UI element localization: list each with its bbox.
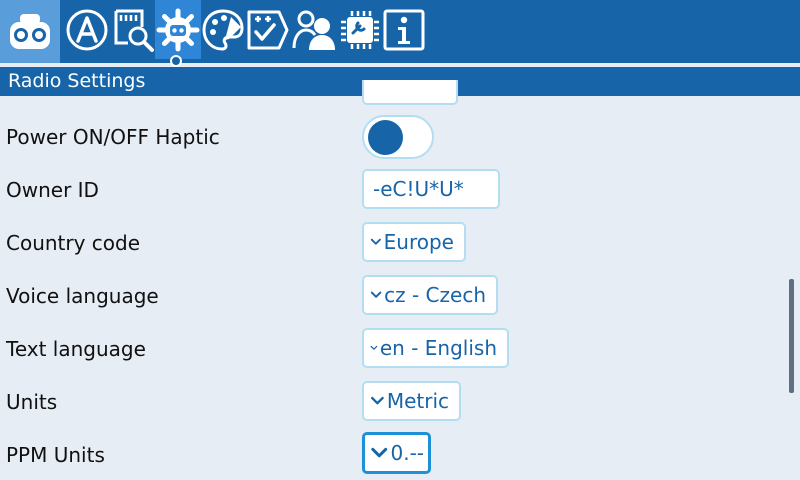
info-icon [383,9,425,51]
active-tab-indicator [170,55,182,67]
text-language-dropdown[interactable]: en - English [362,328,509,368]
users-icon [292,10,335,50]
radio-settings-gear-icon [156,8,200,51]
scrollbar[interactable] [789,279,794,393]
sd-card-search-icon [114,9,154,52]
power-haptic-toggle[interactable] [362,115,434,159]
toggle-knob [368,120,403,155]
tab-checklist[interactable] [245,4,291,56]
country-code-value: Europe [383,230,454,254]
model-select-icon [66,9,108,51]
tab-theme[interactable] [200,4,246,56]
chevron-down-icon [370,238,381,245]
text-language-label: Text language [6,337,146,361]
chevron-down-icon [371,396,384,405]
tab-radio-home[interactable] [0,0,60,63]
voice-language-label: Voice language [6,284,159,308]
chevron-down-icon [371,447,388,458]
theme-palette-icon [202,9,244,51]
country-code-dropdown[interactable]: Europe [362,222,466,262]
voice-language-value: cz - Czech [384,283,486,307]
chevron-down-icon [370,291,382,298]
previous-setting-field[interactable] [362,80,458,105]
owner-id-label: Owner ID [6,178,99,202]
tab-radio-settings[interactable] [155,0,201,59]
units-dropdown[interactable]: Metric [362,381,461,421]
radio-home-icon [10,13,50,49]
power-haptic-label: Power ON/OFF Haptic [6,125,220,149]
ppm-units-label: PPM Units [6,443,105,467]
owner-id-value: -eC!U*U* [373,177,464,201]
chevron-down-icon [370,345,378,350]
owner-id-input[interactable]: -eC!U*U* [362,169,500,209]
country-code-label: Country code [6,231,141,255]
top-tab-bar [0,0,800,63]
checklist-icon [247,10,289,50]
hardware-chip-icon [341,11,379,49]
voice-language-dropdown[interactable]: cz - Czech [362,275,498,315]
ppm-units-value: 0.-- [390,441,424,465]
tab-model-select[interactable] [64,4,110,56]
ppm-units-dropdown[interactable]: 0.-- [362,432,431,474]
tab-sd-card[interactable] [110,4,156,56]
tab-info[interactable] [381,4,427,56]
tab-hardware[interactable] [337,4,383,56]
text-language-value: en - English [379,336,497,360]
units-value: Metric [386,389,449,413]
page-title: Radio Settings [8,70,146,92]
tab-users[interactable] [291,4,337,56]
units-label: Units [6,390,58,414]
